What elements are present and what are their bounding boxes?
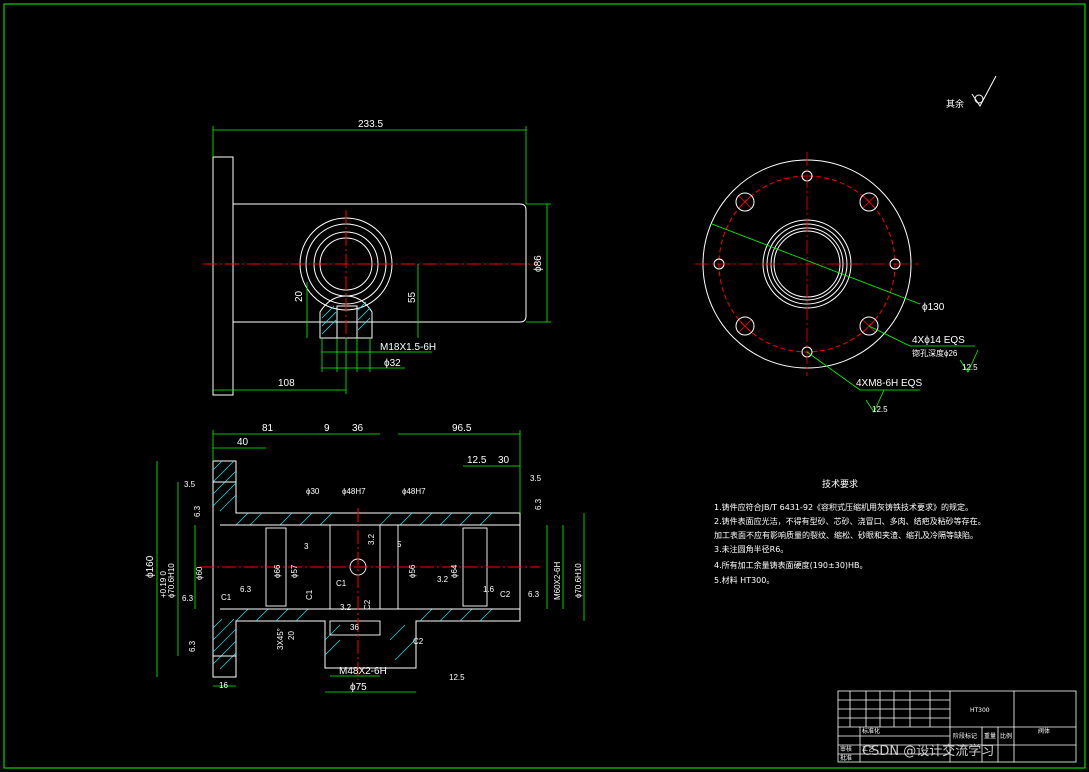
tb-cell-0: 阶段标记 xyxy=(953,732,977,740)
tapped-dim: 4XM8-6H EQS xyxy=(856,378,922,389)
rough-3: 6.3 xyxy=(188,640,197,652)
end-view: ϕ130 4Xϕ14 EQS 锪孔深度ϕ26 12.5 4XM8-6H EQS … xyxy=(695,152,979,414)
chamfer-0: C1 xyxy=(221,593,232,602)
chamfer-4: C2 xyxy=(413,637,424,646)
rough-10: 3.2 xyxy=(437,575,449,584)
sec-dim-9: 9 xyxy=(324,423,330,434)
roughness-note: 其余 xyxy=(946,75,997,110)
tb-cell-6: 批准 xyxy=(840,754,852,762)
tech-item-4: 4.所有加工余量铸表面硬度(190±30)HB。 xyxy=(714,560,868,570)
chamfer-2: C1 xyxy=(305,589,314,600)
tapped-roughness: 12.5 xyxy=(872,405,888,414)
sec-dim-36: 36 xyxy=(352,423,364,434)
tb-cell-1: 重量 xyxy=(984,732,996,740)
sec-bore-7: ϕ56 xyxy=(408,564,417,578)
sec-dim-40: 40 xyxy=(237,437,249,448)
top-length-dim: 233.5 xyxy=(358,119,383,130)
drawing-frame xyxy=(3,3,1086,769)
tb-material: HT300 xyxy=(970,707,990,714)
rough-8: 3.2 xyxy=(340,603,352,612)
holes-roughness: 12.5 xyxy=(962,363,978,372)
tb-part-name: 阀体 xyxy=(1038,727,1050,735)
sec-bore-8: ϕ64 xyxy=(450,564,459,578)
rough-7: 3.5 xyxy=(530,474,542,483)
sec-flange-dia: ϕ160 xyxy=(145,555,156,578)
tech-title: 技术要求 xyxy=(822,478,858,490)
top-thread-dim: M18X1.5-6H xyxy=(380,342,436,353)
tb-cell-3: 标准化 xyxy=(862,727,880,735)
top-diameter-dim: ϕ86 xyxy=(533,255,544,272)
sec-bore-1: ϕ60 xyxy=(195,566,204,580)
counterbore-dim: 锪孔深度ϕ26 xyxy=(912,348,958,358)
sec-bore-6: ϕ48H7 xyxy=(402,487,426,496)
sec-dim-96-5: 96.5 xyxy=(452,423,472,434)
sec-bore-4: ϕ30 xyxy=(306,487,320,496)
roughness-note-text: 其余 xyxy=(946,98,964,110)
top-offset-dim: 108 xyxy=(278,378,295,389)
small-dim-1: 5 xyxy=(397,540,402,549)
top-height-20: 20 xyxy=(294,290,305,302)
small-dim-3: 20 xyxy=(287,631,296,640)
rough-4: 6.3 xyxy=(240,585,252,594)
bolt-circle-dim: ϕ130 xyxy=(922,302,945,313)
rough-5: 6.3 xyxy=(528,590,540,599)
tech-item-1: 2.铸件表面应光洁，不得有型砂、芯砂、浇冒口、多肉、结疤及粘砂等存在。 xyxy=(714,516,986,526)
chamfer-3: C2 xyxy=(500,590,511,599)
sec-bore-9: ϕ70.6H10 xyxy=(574,563,583,598)
bottom-dia: ϕ75 xyxy=(350,682,367,693)
chamfer-1: C1 xyxy=(336,579,347,588)
rough-9: 3.2 xyxy=(367,533,376,545)
small-dim-4: 3X45° xyxy=(276,628,285,650)
small-dim-2: 36 xyxy=(350,623,359,632)
tech-item-5: 5.材料 HT300。 xyxy=(714,575,774,585)
chamfer-5: C2 xyxy=(363,599,372,610)
tech-item-3: 3.未注圆角半径R6。 xyxy=(714,544,788,554)
section-view: 40 81 9 36 96.5 12.5 30 ϕ160 ϕ70.6H10 ϕ6… xyxy=(145,423,585,693)
sec-bore-0: ϕ70.6H10 xyxy=(167,563,176,598)
engineering-drawing: 其余 233.5 ϕ86 20 55 M18X1.5-6H ϕ32 108 ϕ1… xyxy=(3,3,1086,769)
holes-dim: 4Xϕ14 EQS xyxy=(912,335,965,346)
rough-6: 6.3 xyxy=(534,498,543,510)
rough-0: 3.5 xyxy=(184,480,196,489)
rough-1: 6.3 xyxy=(193,505,202,517)
rough-11: 1.6 xyxy=(483,585,495,594)
sec-bore-2: ϕ66 xyxy=(273,564,282,578)
top-view: 233.5 ϕ86 20 55 M18X1.5-6H ϕ32 108 xyxy=(203,119,551,396)
sec-bore-5: ϕ48H7 xyxy=(342,487,366,496)
rough-2: 6.3 xyxy=(182,594,194,603)
tech-item-2: 加工表面不应有影响质量的裂纹、缩松、砂眼和夹渣、缩孔及冷隔等缺陷。 xyxy=(714,530,978,540)
tb-cell-2: 比例 xyxy=(1000,732,1012,740)
rough-12: 12.5 xyxy=(449,673,465,682)
sec-tolerance: +0.19 0 xyxy=(159,571,168,598)
tech-item-0: 1.铸件应符合JB/T 6431-92《容积式压缩机用灰铸铁技术要求》的规定。 xyxy=(714,502,973,512)
top-height-55: 55 xyxy=(407,291,418,303)
tech-requirements: 技术要求 1.铸件应符合JB/T 6431-92《容积式压缩机用灰铸铁技术要求》… xyxy=(714,478,986,585)
watermark: CSDN @设计交流学习 xyxy=(862,743,994,759)
sec-bore-10: M60X2-6H xyxy=(553,562,562,600)
bottom-thread: M48X2-6H xyxy=(339,666,387,677)
sec-dim-30: 30 xyxy=(498,455,510,466)
sec-dim-81: 81 xyxy=(262,423,274,434)
small-dim-0: 3 xyxy=(304,542,309,551)
top-boss-dia: ϕ32 xyxy=(384,358,401,369)
small-dim-5: 16 xyxy=(219,681,228,690)
tb-cell-4: 审核 xyxy=(840,745,852,753)
sec-bore-3: ϕ57 xyxy=(290,564,299,578)
sec-dim-12-5: 12.5 xyxy=(467,455,487,466)
